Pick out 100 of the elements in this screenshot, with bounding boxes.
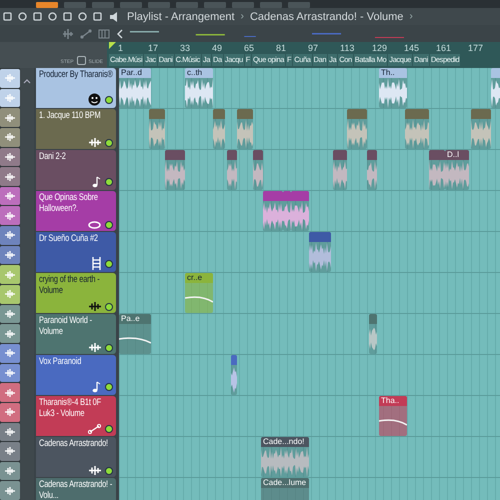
clip-label: Cade...ndo! <box>263 437 304 447</box>
tool-icon[interactable] <box>17 11 28 22</box>
audio-wave-icon <box>5 330 15 338</box>
pattern-button[interactable] <box>0 462 20 480</box>
track-name: Dr Sueño Cuña #2 <box>39 234 99 244</box>
tool-icon[interactable] <box>47 11 58 22</box>
audio-clip[interactable] <box>253 150 263 190</box>
pattern-button[interactable] <box>0 148 20 166</box>
scroll-up-icon[interactable] <box>23 78 31 84</box>
mute-led[interactable] <box>105 383 113 391</box>
audio-wave-icon <box>5 368 15 377</box>
audio-wave-icon <box>89 343 101 352</box>
audio-clip[interactable] <box>405 109 429 149</box>
audio-wave-icon <box>5 428 15 436</box>
mute-led[interactable] <box>105 96 113 104</box>
mute-led[interactable] <box>105 221 113 229</box>
audio-clip[interactable] <box>283 191 291 231</box>
pattern-button[interactable] <box>0 402 20 422</box>
bar-number: 81 <box>276 42 288 54</box>
track-header[interactable]: Paranoid World - Volume <box>36 314 116 354</box>
track-header[interactable]: 1. Jacque 110 BPM <box>36 109 116 149</box>
tool-icon[interactable] <box>32 11 43 22</box>
bar-number: 113 <box>340 42 356 54</box>
track-header[interactable]: Producer By Tharanis® <box>36 68 116 108</box>
waveform <box>119 78 151 108</box>
track-header[interactable]: Cadenas Arrastrando! <box>36 437 116 477</box>
audio-clip[interactable] <box>231 355 237 395</box>
waveform <box>367 160 377 190</box>
automation-clip[interactable]: Cade...lume <box>261 478 309 500</box>
clip-label: c..th <box>187 68 202 78</box>
mute-led[interactable] <box>105 260 113 268</box>
audio-wave-icon <box>5 114 15 122</box>
mute-led[interactable] <box>105 138 113 146</box>
audio-clip[interactable] <box>369 314 377 354</box>
track-header[interactable]: crying of the earth - Volume <box>36 273 116 313</box>
tool-icon[interactable] <box>92 11 103 22</box>
mute-led[interactable] <box>105 302 113 310</box>
audio-clip[interactable]: Cade...ndo! <box>261 437 309 477</box>
waveform <box>471 119 491 149</box>
audio-clip[interactable]: c..th <box>185 68 213 108</box>
audio-clip[interactable]: D..l <box>445 150 469 190</box>
tool-icon[interactable] <box>2 11 13 22</box>
audio-clip[interactable] <box>309 232 331 272</box>
audio-wave-icon <box>5 172 15 181</box>
pattern-button[interactable] <box>0 206 20 226</box>
pattern-button[interactable] <box>0 128 20 147</box>
audio-wave-icon <box>5 94 15 102</box>
audio-clip[interactable] <box>227 150 237 190</box>
tool-icon[interactable] <box>62 11 73 22</box>
breadcrumb[interactable]: Cadenas Arrastrando! - Volume <box>250 10 404 22</box>
pattern-button[interactable] <box>0 422 20 442</box>
audio-clip[interactable] <box>471 109 491 149</box>
pattern-button[interactable] <box>0 344 20 363</box>
pattern-button[interactable] <box>0 246 20 264</box>
audio-clip[interactable] <box>429 150 445 190</box>
audio-clip[interactable] <box>165 150 185 190</box>
audio-wave-icon <box>5 447 15 456</box>
pattern-button[interactable] <box>0 186 20 206</box>
track-header[interactable]: Vox Paranoid <box>36 355 116 395</box>
audio-clip[interactable] <box>291 191 309 231</box>
waveform <box>165 160 185 190</box>
mute-led[interactable] <box>105 425 113 433</box>
track-header[interactable]: Dr Sueño Cuña #2 <box>36 232 116 272</box>
waveform <box>253 160 263 190</box>
audio-wave-icon <box>5 133 15 142</box>
audio-clip[interactable] <box>367 150 377 190</box>
mute-led[interactable] <box>105 178 113 186</box>
automation-clip[interactable]: Tha.. <box>379 396 407 436</box>
mute-led[interactable] <box>105 344 113 352</box>
mute-led[interactable] <box>105 466 113 474</box>
audio-clip[interactable]: Th.. <box>379 68 407 108</box>
bar-number: 177 <box>468 42 484 54</box>
audio-clip[interactable]: Par..d <box>119 68 151 108</box>
audio-clip[interactable] <box>213 109 225 149</box>
audio-clip[interactable] <box>347 109 367 149</box>
step-toggle[interactable] <box>76 56 86 65</box>
piano-icon[interactable] <box>98 28 110 38</box>
audio-wave-icon <box>5 270 15 279</box>
audio-wave-icon <box>5 251 15 260</box>
audio-wave-icon <box>5 231 15 240</box>
track-header[interactable]: Tharanis®-4 B1t 0F Luk3 - Volume <box>36 396 116 436</box>
audio-clip[interactable] <box>333 150 347 190</box>
pattern-button[interactable] <box>0 265 20 284</box>
audio-wave-icon <box>5 290 15 298</box>
pattern-button[interactable] <box>0 364 20 382</box>
track-header[interactable]: Dani 2-2 <box>36 150 116 190</box>
automation-clip[interactable]: cr..e <box>185 273 213 313</box>
automation-clip[interactable]: Pa..e <box>119 314 151 354</box>
audio-clip[interactable] <box>149 109 165 149</box>
track-header[interactable]: Que Opinas Sobre Halloween?. <box>36 191 116 231</box>
pattern-button[interactable] <box>0 88 20 108</box>
clip-label: Pa..e <box>121 314 140 324</box>
automation-icon[interactable] <box>80 28 92 38</box>
audio-clip[interactable] <box>263 191 283 231</box>
audio-wave-icon[interactable] <box>62 28 74 38</box>
audio-clip[interactable] <box>237 109 253 149</box>
audio-clip[interactable] <box>491 68 500 108</box>
pattern-button[interactable] <box>0 304 20 324</box>
tool-icon[interactable] <box>77 11 88 22</box>
scroll-left-icon[interactable] <box>116 28 124 38</box>
